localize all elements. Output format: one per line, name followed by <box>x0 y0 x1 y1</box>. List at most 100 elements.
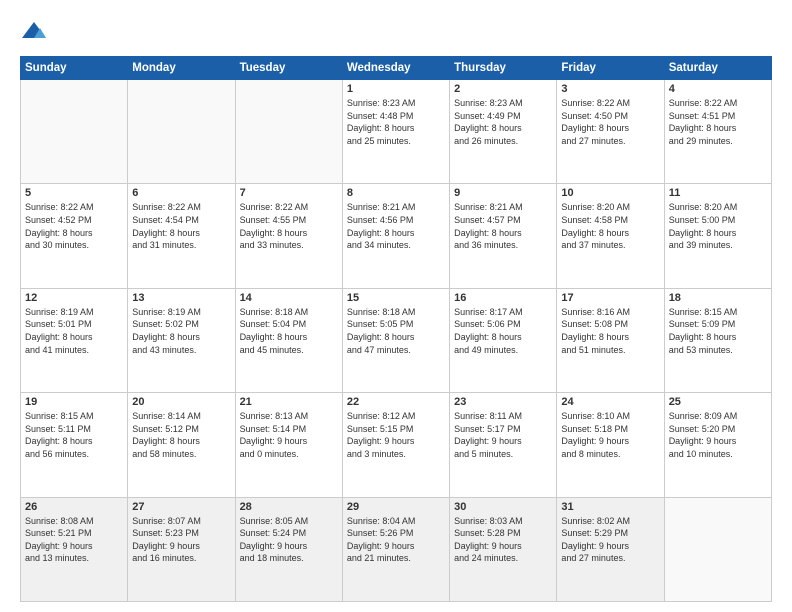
day-info: Sunrise: 8:22 AM Sunset: 4:51 PM Dayligh… <box>669 97 767 147</box>
calendar-week-row: 1 Sunrise: 8:23 AM Sunset: 4:48 PM Daylig… <box>21 80 772 184</box>
weekday-header: Tuesday <box>235 57 342 80</box>
day-info: Sunrise: 8:22 AM Sunset: 4:55 PM Dayligh… <box>240 201 338 251</box>
calendar-cell: 19 Sunrise: 8:15 AM Sunset: 5:11 PM Dayli… <box>21 393 128 497</box>
calendar-cell: 9 Sunrise: 8:21 AM Sunset: 4:57 PM Daylig… <box>450 184 557 288</box>
calendar-week-row: 5 Sunrise: 8:22 AM Sunset: 4:52 PM Daylig… <box>21 184 772 288</box>
day-number: 4 <box>669 83 767 95</box>
calendar-week-row: 19 Sunrise: 8:15 AM Sunset: 5:11 PM Dayli… <box>21 393 772 497</box>
day-number: 6 <box>132 187 230 199</box>
day-info: Sunrise: 8:02 AM Sunset: 5:29 PM Dayligh… <box>561 515 659 565</box>
day-info: Sunrise: 8:04 AM Sunset: 5:26 PM Dayligh… <box>347 515 445 565</box>
day-info: Sunrise: 8:08 AM Sunset: 5:21 PM Dayligh… <box>25 515 123 565</box>
day-number: 20 <box>132 396 230 408</box>
calendar-cell: 4 Sunrise: 8:22 AM Sunset: 4:51 PM Daylig… <box>664 80 771 184</box>
weekday-header: Friday <box>557 57 664 80</box>
logo-icon <box>20 18 48 46</box>
calendar-week-row: 12 Sunrise: 8:19 AM Sunset: 5:01 PM Dayli… <box>21 288 772 392</box>
day-number: 13 <box>132 292 230 304</box>
calendar-cell: 16 Sunrise: 8:17 AM Sunset: 5:06 PM Dayli… <box>450 288 557 392</box>
day-number: 1 <box>347 83 445 95</box>
calendar: SundayMondayTuesdayWednesdayThursdayFrid… <box>20 56 772 602</box>
day-number: 17 <box>561 292 659 304</box>
calendar-cell: 14 Sunrise: 8:18 AM Sunset: 5:04 PM Dayli… <box>235 288 342 392</box>
day-number: 31 <box>561 501 659 513</box>
day-info: Sunrise: 8:18 AM Sunset: 5:05 PM Dayligh… <box>347 306 445 356</box>
day-info: Sunrise: 8:20 AM Sunset: 4:58 PM Dayligh… <box>561 201 659 251</box>
day-info: Sunrise: 8:23 AM Sunset: 4:48 PM Dayligh… <box>347 97 445 147</box>
day-number: 16 <box>454 292 552 304</box>
day-number: 9 <box>454 187 552 199</box>
day-number: 23 <box>454 396 552 408</box>
header <box>20 18 772 46</box>
weekday-header-row: SundayMondayTuesdayWednesdayThursdayFrid… <box>21 57 772 80</box>
day-number: 14 <box>240 292 338 304</box>
day-info: Sunrise: 8:10 AM Sunset: 5:18 PM Dayligh… <box>561 410 659 460</box>
calendar-cell: 5 Sunrise: 8:22 AM Sunset: 4:52 PM Daylig… <box>21 184 128 288</box>
day-info: Sunrise: 8:22 AM Sunset: 4:52 PM Dayligh… <box>25 201 123 251</box>
day-number: 26 <box>25 501 123 513</box>
day-info: Sunrise: 8:07 AM Sunset: 5:23 PM Dayligh… <box>132 515 230 565</box>
calendar-cell: 8 Sunrise: 8:21 AM Sunset: 4:56 PM Daylig… <box>342 184 449 288</box>
day-number: 27 <box>132 501 230 513</box>
calendar-cell: 23 Sunrise: 8:11 AM Sunset: 5:17 PM Dayli… <box>450 393 557 497</box>
calendar-cell: 27 Sunrise: 8:07 AM Sunset: 5:23 PM Dayli… <box>128 497 235 601</box>
calendar-cell: 18Sunrise: 8:15 AM Sunset: 5:09 PM Dayli… <box>664 288 771 392</box>
day-number: 30 <box>454 501 552 513</box>
day-number: 8 <box>347 187 445 199</box>
day-info: Sunrise: 8:21 AM Sunset: 4:57 PM Dayligh… <box>454 201 552 251</box>
calendar-cell <box>664 497 771 601</box>
day-info: Sunrise: 8:12 AM Sunset: 5:15 PM Dayligh… <box>347 410 445 460</box>
calendar-cell: 24 Sunrise: 8:10 AM Sunset: 5:18 PM Dayli… <box>557 393 664 497</box>
day-info: Sunrise: 8:20 AM Sunset: 5:00 PM Dayligh… <box>669 201 767 251</box>
day-info: Sunrise: 8:19 AM Sunset: 5:01 PM Dayligh… <box>25 306 123 356</box>
page: SundayMondayTuesdayWednesdayThursdayFrid… <box>0 0 792 612</box>
day-info: Sunrise: 8:15 AM Sunset: 5:09 PM Dayligh… <box>669 306 767 356</box>
day-number: 3 <box>561 83 659 95</box>
day-number: 12 <box>25 292 123 304</box>
day-info: Sunrise: 8:23 AM Sunset: 4:49 PM Dayligh… <box>454 97 552 147</box>
calendar-cell: 11Sunrise: 8:20 AM Sunset: 5:00 PM Dayli… <box>664 184 771 288</box>
day-number: 28 <box>240 501 338 513</box>
day-number: 15 <box>347 292 445 304</box>
calendar-cell: 30 Sunrise: 8:03 AM Sunset: 5:28 PM Dayli… <box>450 497 557 601</box>
calendar-cell: 26 Sunrise: 8:08 AM Sunset: 5:21 PM Dayli… <box>21 497 128 601</box>
day-info: Sunrise: 8:15 AM Sunset: 5:11 PM Dayligh… <box>25 410 123 460</box>
day-info: Sunrise: 8:14 AM Sunset: 5:12 PM Dayligh… <box>132 410 230 460</box>
day-number: 10 <box>561 187 659 199</box>
day-info: Sunrise: 8:21 AM Sunset: 4:56 PM Dayligh… <box>347 201 445 251</box>
calendar-cell: 29 Sunrise: 8:04 AM Sunset: 5:26 PM Dayli… <box>342 497 449 601</box>
weekday-header: Wednesday <box>342 57 449 80</box>
calendar-cell <box>235 80 342 184</box>
calendar-cell <box>128 80 235 184</box>
calendar-cell: 2 Sunrise: 8:23 AM Sunset: 4:49 PM Daylig… <box>450 80 557 184</box>
calendar-cell: 20 Sunrise: 8:14 AM Sunset: 5:12 PM Dayli… <box>128 393 235 497</box>
day-info: Sunrise: 8:03 AM Sunset: 5:28 PM Dayligh… <box>454 515 552 565</box>
day-info: Sunrise: 8:13 AM Sunset: 5:14 PM Dayligh… <box>240 410 338 460</box>
day-number: 5 <box>25 187 123 199</box>
calendar-cell: 31 Sunrise: 8:02 AM Sunset: 5:29 PM Dayli… <box>557 497 664 601</box>
calendar-cell: 17 Sunrise: 8:16 AM Sunset: 5:08 PM Dayli… <box>557 288 664 392</box>
calendar-cell: 10 Sunrise: 8:20 AM Sunset: 4:58 PM Dayli… <box>557 184 664 288</box>
logo <box>20 18 52 46</box>
day-info: Sunrise: 8:05 AM Sunset: 5:24 PM Dayligh… <box>240 515 338 565</box>
calendar-cell: 7 Sunrise: 8:22 AM Sunset: 4:55 PM Daylig… <box>235 184 342 288</box>
day-number: 24 <box>561 396 659 408</box>
day-info: Sunrise: 8:16 AM Sunset: 5:08 PM Dayligh… <box>561 306 659 356</box>
day-info: Sunrise: 8:19 AM Sunset: 5:02 PM Dayligh… <box>132 306 230 356</box>
day-number: 2 <box>454 83 552 95</box>
day-number: 22 <box>347 396 445 408</box>
calendar-cell: 25 Sunrise: 8:09 AM Sunset: 5:20 PM Dayli… <box>664 393 771 497</box>
weekday-header: Thursday <box>450 57 557 80</box>
day-number: 19 <box>25 396 123 408</box>
calendar-week-row: 26 Sunrise: 8:08 AM Sunset: 5:21 PM Dayli… <box>21 497 772 601</box>
day-info: Sunrise: 8:18 AM Sunset: 5:04 PM Dayligh… <box>240 306 338 356</box>
day-number: 7 <box>240 187 338 199</box>
day-info: Sunrise: 8:11 AM Sunset: 5:17 PM Dayligh… <box>454 410 552 460</box>
day-number: 29 <box>347 501 445 513</box>
calendar-cell: 22 Sunrise: 8:12 AM Sunset: 5:15 PM Dayli… <box>342 393 449 497</box>
calendar-cell: 3Sunrise: 8:22 AM Sunset: 4:50 PM Daylig… <box>557 80 664 184</box>
day-info: Sunrise: 8:09 AM Sunset: 5:20 PM Dayligh… <box>669 410 767 460</box>
day-number: 25 <box>669 396 767 408</box>
calendar-cell: 15 Sunrise: 8:18 AM Sunset: 5:05 PM Dayli… <box>342 288 449 392</box>
day-info: Sunrise: 8:17 AM Sunset: 5:06 PM Dayligh… <box>454 306 552 356</box>
